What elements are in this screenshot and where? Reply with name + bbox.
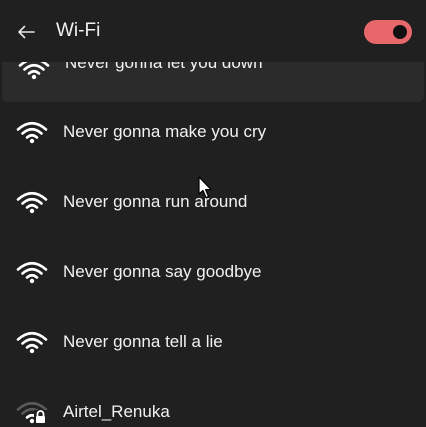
wifi-toggle[interactable] xyxy=(364,20,412,44)
network-item-never-gonna-say-goodbye[interactable]: Never gonna say goodbye xyxy=(0,240,426,304)
wifi-full-icon xyxy=(16,191,48,214)
toggle-knob xyxy=(393,25,407,39)
back-button[interactable] xyxy=(10,17,42,47)
network-name: Never gonna say goodbye xyxy=(63,262,262,281)
header-bar: Wi-Fi xyxy=(0,0,426,62)
network-item-airtel-renuka[interactable]: Airtel_Renuka xyxy=(0,380,426,427)
network-name: Airtel_Renuka xyxy=(63,402,170,421)
wifi-full-icon xyxy=(16,261,48,284)
network-item-never-gonna-tell-a-lie[interactable]: Never gonna tell a lie xyxy=(0,310,426,374)
network-name: Never gonna tell a lie xyxy=(63,332,223,351)
wifi-panel: Never gonna let you down Never gonna mak… xyxy=(0,0,426,427)
mouse-pointer-icon xyxy=(198,176,212,199)
wifi-weak-locked-icon xyxy=(16,401,48,424)
wifi-full-icon xyxy=(16,331,48,354)
wifi-full-icon xyxy=(16,121,48,144)
network-name: Never gonna run around xyxy=(63,192,248,211)
network-name: Never gonna make you cry xyxy=(63,122,267,141)
page-title: Wi-Fi xyxy=(56,20,101,41)
network-item-never-gonna-make-you-cry[interactable]: Never gonna make you cry xyxy=(0,100,426,164)
back-arrow-icon xyxy=(18,25,35,39)
